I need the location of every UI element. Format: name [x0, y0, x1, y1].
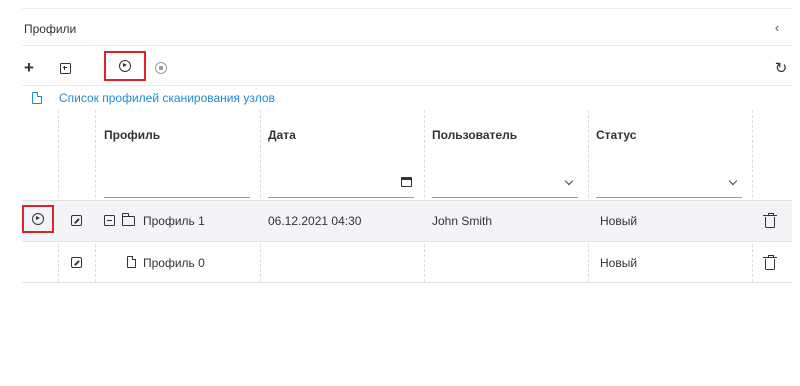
user-cell: John Smith: [432, 214, 493, 228]
run-row-button[interactable]: [22, 205, 54, 233]
plus-icon: +: [24, 58, 34, 77]
add-button[interactable]: +: [16, 55, 42, 81]
table-row[interactable]: [22, 201, 792, 241]
chevron-left-icon[interactable]: ‹: [770, 21, 784, 35]
play-circle-icon: [32, 213, 44, 225]
file-icon: [127, 255, 137, 268]
column-header-user[interactable]: Пользователь: [432, 128, 517, 142]
run-button[interactable]: [104, 51, 146, 81]
profiles-panel: Профили ‹ + ↻ Список профилей сканирован…: [0, 0, 800, 386]
user-filter-select[interactable]: [432, 174, 578, 198]
date-filter-input[interactable]: [268, 174, 414, 198]
table-row[interactable]: [22, 241, 792, 281]
column-header-status[interactable]: Статус: [596, 128, 636, 142]
trash-icon[interactable]: [763, 213, 777, 228]
profile-name[interactable]: Профиль 0: [143, 256, 205, 270]
trash-icon[interactable]: [763, 255, 777, 270]
play-circle-icon: [119, 60, 131, 72]
chevron-down-icon: [728, 176, 738, 186]
refresh-button[interactable]: ↻: [768, 55, 794, 81]
column-header-profile[interactable]: Профиль: [104, 128, 160, 142]
profile-name[interactable]: Профиль 1: [143, 214, 205, 228]
profile-filter-input[interactable]: [104, 174, 250, 198]
refresh-icon: ↻: [774, 60, 788, 77]
date-cell: 06.12.2021 04:30: [268, 214, 362, 228]
collapse-node-icon[interactable]: [104, 215, 115, 226]
status-cell: Новый: [600, 214, 638, 228]
edit-icon[interactable]: [71, 257, 82, 268]
document-icon: [32, 91, 43, 104]
link-row: Список профилей сканирования узлов: [22, 90, 792, 106]
toolbar: + ↻: [22, 48, 792, 86]
panel-header: Профили ‹: [22, 8, 792, 46]
edit-icon[interactable]: [71, 215, 82, 226]
add-node-button[interactable]: [52, 55, 78, 81]
stop-circle-icon: [155, 62, 167, 74]
status-cell: Новый: [600, 256, 638, 270]
panel-title: Профили: [24, 22, 77, 36]
folder-open-icon: [121, 213, 135, 226]
profiles-list-link[interactable]: Список профилей сканирования узлов: [59, 91, 275, 105]
calendar-icon[interactable]: [401, 177, 412, 187]
stop-button[interactable]: [148, 55, 174, 81]
chevron-down-icon: [564, 176, 574, 186]
status-filter-select[interactable]: [596, 174, 742, 198]
column-header-date[interactable]: Дата: [268, 128, 296, 142]
table-bottom-divider: [22, 282, 792, 283]
add-node-icon: [59, 62, 71, 74]
